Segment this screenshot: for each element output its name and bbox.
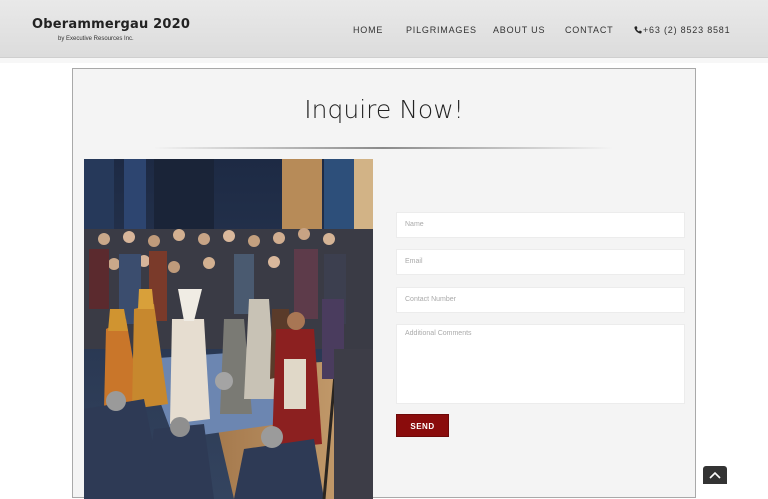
nav-contact[interactable]: CONTACT — [565, 25, 613, 35]
email-input[interactable]: Email — [396, 249, 685, 275]
chevron-up-icon — [709, 471, 721, 479]
nav-pilgrimages[interactable]: PILGRIMAGES — [406, 25, 477, 35]
additional-comments-textarea[interactable]: Additional Comments — [396, 324, 685, 404]
send-button[interactable]: SEND — [396, 414, 449, 437]
inquiry-card: Inquire Now! Name Email Contact Number A… — [72, 68, 696, 499]
name-input[interactable]: Name — [396, 212, 685, 238]
scroll-to-top-button[interactable] — [703, 466, 727, 484]
name-placeholder: Name — [405, 221, 424, 228]
nav-home[interactable]: HOME — [353, 25, 383, 35]
logo-subtitle: by Executive Resources Inc. — [58, 36, 134, 42]
logo-title: Oberammergau 2020 — [32, 17, 191, 32]
page-title: Inquire Now! — [304, 95, 464, 124]
site-header: Oberammergau 2020 by Executive Resources… — [0, 0, 768, 58]
title-divider — [153, 147, 613, 149]
nav-about-us[interactable]: ABOUT US — [493, 25, 545, 35]
header-divider — [0, 58, 768, 63]
nav-phone[interactable]: +63 (2) 8523 8581 — [634, 25, 730, 35]
phone-number: +63 (2) 8523 8581 — [643, 25, 731, 35]
contact-number-input[interactable]: Contact Number — [396, 287, 685, 313]
contact-number-placeholder: Contact Number — [405, 296, 456, 303]
passion-play-crowd-photo — [84, 159, 373, 499]
photo-illustration — [84, 159, 373, 499]
phone-icon — [634, 26, 642, 34]
comments-placeholder: Additional Comments — [405, 330, 472, 337]
email-placeholder: Email — [405, 258, 423, 265]
site-logo[interactable]: Oberammergau 2020 by Executive Resources… — [32, 17, 191, 42]
